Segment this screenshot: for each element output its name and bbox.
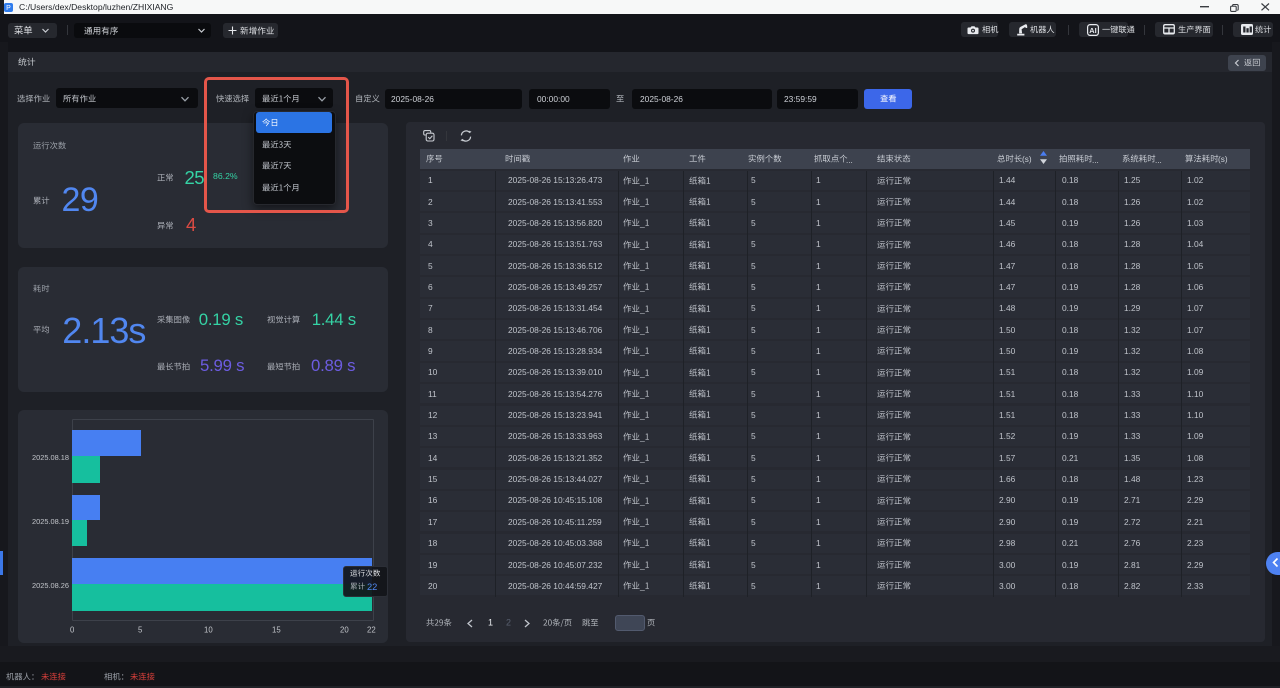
svg-text:_: _ [639, 261, 645, 271]
svg-text:_: _ [639, 389, 645, 399]
svg-text:AI: AI [1089, 26, 1096, 35]
svg-text:_: _ [639, 325, 645, 335]
svg-text:_: _ [639, 410, 645, 420]
svg-text:_: _ [639, 538, 645, 548]
svg-text:_: _ [639, 239, 645, 249]
svg-text:_: _ [639, 218, 645, 228]
svg-text:_: _ [639, 282, 645, 292]
svg-text:_: _ [639, 431, 645, 441]
svg-text:_: _ [639, 197, 645, 207]
svg-text:_: _ [639, 303, 645, 313]
svg-text:_: _ [639, 474, 645, 484]
svg-text:_: _ [639, 517, 645, 527]
svg-text:_: _ [639, 453, 645, 463]
svg-text:_: _ [639, 175, 645, 185]
svg-text:_: _ [639, 346, 645, 356]
svg-text:_: _ [639, 367, 645, 377]
svg-text:_: _ [639, 560, 645, 570]
svg-text:P: P [6, 5, 11, 12]
svg-text:_: _ [639, 581, 645, 591]
svg-text:_: _ [639, 496, 645, 506]
